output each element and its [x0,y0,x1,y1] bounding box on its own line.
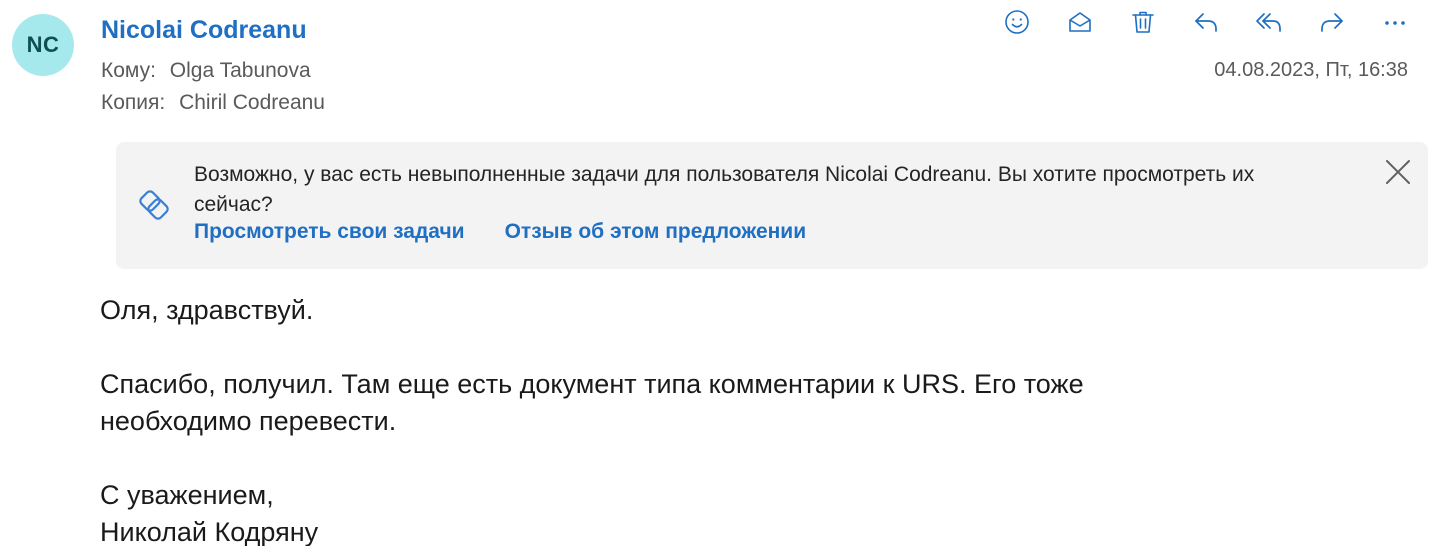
tasks-icon [139,190,169,220]
mark-unread-icon [1068,12,1091,32]
delete-button[interactable] [1111,4,1174,40]
message-toolbar [985,4,1426,40]
forward-button[interactable] [1300,4,1363,40]
cc-label: Копия: [101,91,166,114]
view-tasks-link[interactable]: Просмотреть свои задачи [194,220,465,244]
mark-unread-button[interactable] [1048,4,1111,40]
avatar-initials: NC [26,32,60,57]
email-reading-pane: NC Nicolai Codreanu Кому: Olga Tabunova … [0,0,1448,546]
to-recipient[interactable]: Olga Tabunova [170,59,311,82]
banner-actions: Просмотреть свои задачи Отзыв об этом пр… [194,220,806,244]
greeting-line: Оля, здравствуй. [100,295,314,325]
cc-line: Копия: Chiril Codreanu [101,91,325,115]
emoji-button[interactable] [985,4,1048,40]
reply-icon [1194,13,1217,32]
tasks-suggestion-banner: Возможно, у вас есть невыполненные задач… [116,142,1428,269]
message-date: 04.08.2023, Пт, 16:38 [1214,59,1408,81]
more-icon [1384,21,1405,25]
delete-icon [1131,11,1154,33]
to-label: Кому: [101,59,156,82]
cc-recipient[interactable]: Chiril Codreanu [179,91,325,114]
body-line-2: необходимо перевести. [100,406,397,436]
closing-line: С уважением, [100,480,274,510]
signature-line: Николай Кодряну [100,517,319,546]
to-line: Кому: Olga Tabunova [101,59,311,83]
forward-icon [1320,13,1343,32]
reply-button[interactable] [1174,4,1237,40]
reply-all-icon [1255,13,1281,32]
message-body: Оля, здравствуй. Спасибо, получил. Там е… [100,292,1084,546]
reply-all-button[interactable] [1237,4,1300,40]
more-actions-button[interactable] [1363,4,1426,40]
emoji-icon [1004,10,1029,34]
banner-close-button[interactable] [1382,156,1414,188]
body-line-1: Спасибо, получил. Там еще есть документ … [100,369,1084,399]
feedback-link[interactable]: Отзыв об этом предложении [505,220,807,244]
avatar[interactable]: NC [12,14,74,76]
sender-name[interactable]: Nicolai Codreanu [101,16,307,45]
close-icon [1386,160,1410,184]
banner-message: Возможно, у вас есть невыполненные задач… [194,163,1255,216]
